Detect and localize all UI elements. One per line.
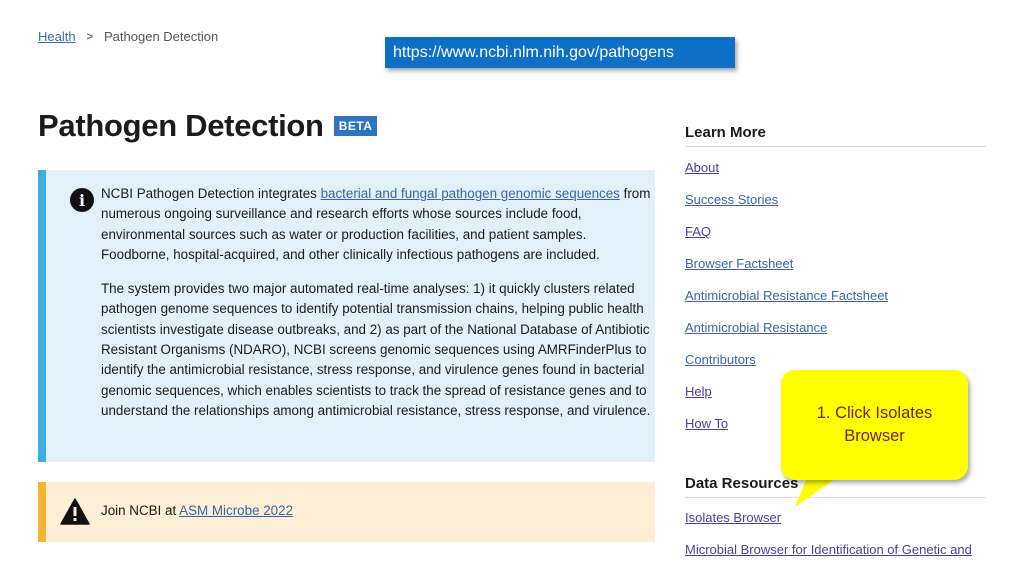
info-paragraph-2: The system provides two major automated … (101, 281, 651, 418)
learn-more-heading: Learn More (685, 124, 986, 147)
sidebar-link-contributors[interactable]: Contributors (685, 352, 756, 367)
warning-text-prefix: Join NCBI at (101, 503, 180, 518)
instruction-callout: 1. Click Isolates Browser (781, 370, 968, 480)
beta-badge: BETA (333, 116, 378, 136)
info-paragraph-1: NCBI Pathogen Detection integrates bacte… (101, 184, 651, 265)
sidebar-link-how-to[interactable]: How To (685, 416, 728, 431)
sidebar-link-about[interactable]: About (685, 160, 719, 175)
breadcrumb-current: Pathogen Detection (104, 29, 219, 44)
warning-box: Join NCBI at ASM Microbe 2022 (38, 482, 655, 542)
info-text: NCBI Pathogen Detection integrates bacte… (101, 184, 651, 435)
sidebar-link-success-stories[interactable]: Success Stories (685, 192, 778, 207)
sidebar-link-faq[interactable]: FAQ (685, 224, 711, 239)
sidebar-link-amr[interactable]: Antimicrobial Resistance (685, 320, 827, 335)
info-box: i NCBI Pathogen Detection integrates bac… (38, 170, 655, 462)
sidebar-link-help[interactable]: Help (685, 384, 712, 399)
page-title-text: Pathogen Detection (38, 108, 324, 143)
page-title: Pathogen Detection BETA (38, 108, 378, 144)
info-icon: i (70, 188, 94, 212)
asm-microbe-link[interactable]: ASM Microbe 2022 (179, 503, 293, 518)
warning-text: Join NCBI at ASM Microbe 2022 (101, 503, 293, 518)
breadcrumb-health-link[interactable]: Health (38, 29, 76, 44)
warning-icon (60, 498, 90, 525)
genomic-sequences-link[interactable]: bacterial and fungal pathogen genomic se… (321, 186, 620, 201)
sidebar-link-browser-factsheet[interactable]: Browser Factsheet (685, 256, 793, 271)
sidebar-link-microbial-browser[interactable]: Microbial Browser for Identification of … (685, 542, 972, 557)
breadcrumb-separator: > (86, 30, 94, 43)
url-annotation-banner: https://www.ncbi.nlm.nih.gov/pathogens (385, 37, 735, 68)
sidebar-link-isolates-browser[interactable]: Isolates Browser (685, 510, 781, 525)
info-p1-text: NCBI Pathogen Detection integrates (101, 186, 321, 201)
breadcrumb: Health > Pathogen Detection (38, 29, 218, 44)
sidebar-link-amr-factsheet[interactable]: Antimicrobial Resistance Factsheet (685, 288, 888, 303)
